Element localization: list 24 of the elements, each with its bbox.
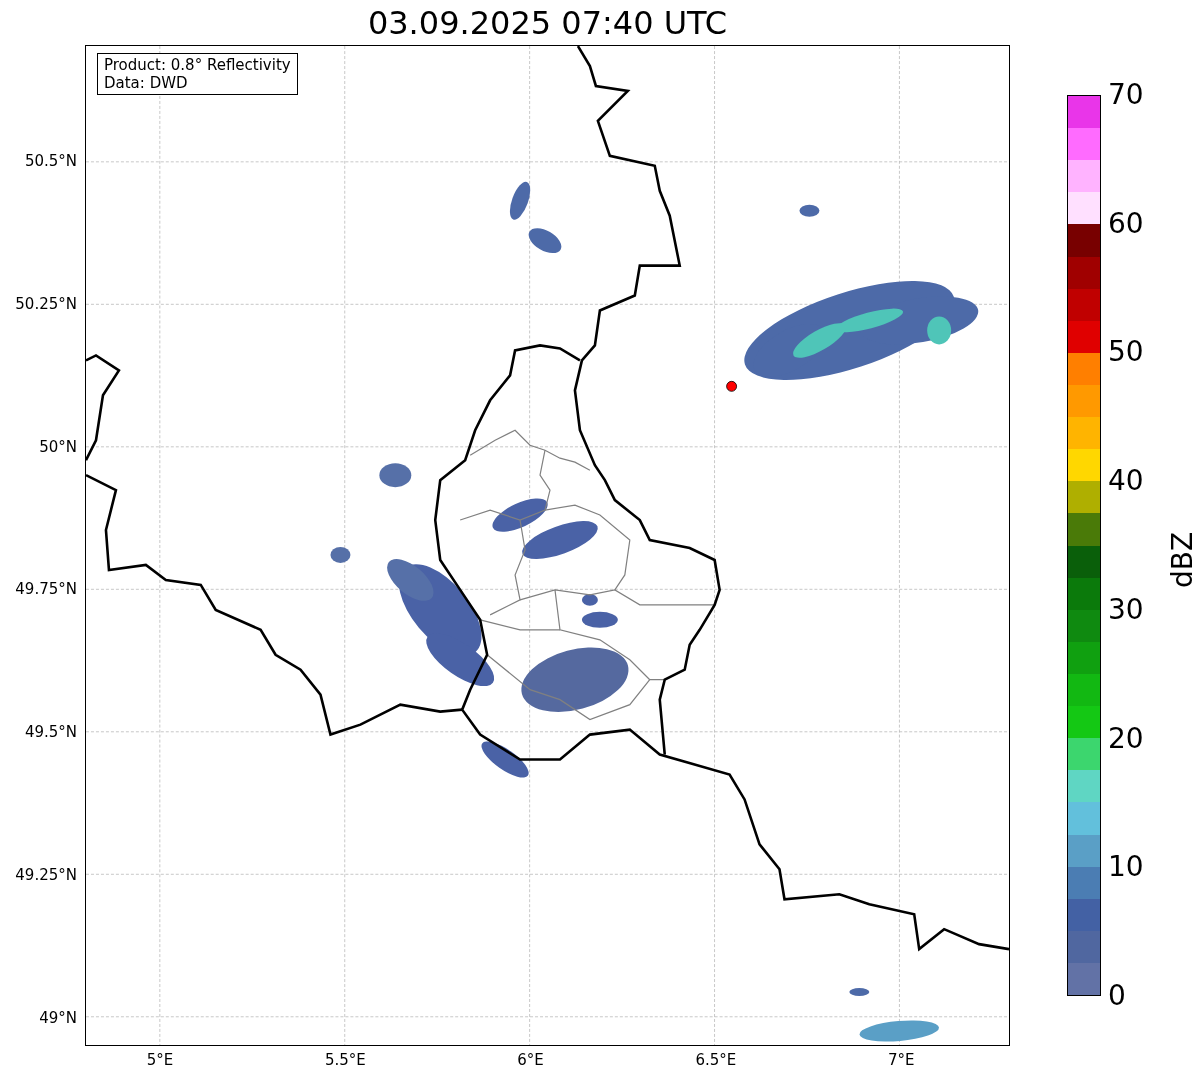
axis-tick-label: 49.5°N (24, 723, 77, 742)
axis-tick-label: 49°N (39, 1008, 77, 1027)
axis-tick-label: 6.5°E (695, 1051, 737, 1069)
axis-tick-label: 5.5°E (324, 1051, 366, 1069)
colorbar-tick-label: 10 (1108, 851, 1144, 884)
axis-tick-label: 5°E (146, 1051, 174, 1069)
axis-tick-label: 50.25°N (15, 294, 77, 313)
colorbar-tick-label: 20 (1108, 722, 1144, 755)
axis-tick-label: 50.5°N (24, 152, 77, 170)
colorbar-tick-label: 30 (1108, 593, 1144, 626)
axis-tick-label: 6°E (517, 1051, 544, 1069)
axis-tick-label: 49.25°N (15, 866, 77, 884)
colorbar-tick-label: 50 (1108, 336, 1144, 369)
axis-tick-label: 49.75°N (15, 580, 77, 599)
annotation-text: Product: 0.8° Reflectivity (104, 56, 291, 74)
chart-title: 03.09.2025 07:40 UTC (367, 4, 728, 41)
annotation-text: Data: DWD (104, 74, 189, 92)
colorbar-label: dBZ (1167, 531, 1199, 589)
colorbar-tick-label: 40 (1108, 465, 1144, 498)
axis-tick-label: 50°N (39, 437, 77, 456)
axis-tick-label: 7°E (887, 1051, 915, 1069)
colorbar-tick-label: 0 (1108, 980, 1126, 1012)
colorbar-tick-label: 60 (1108, 207, 1144, 240)
colorbar-tick-label: 70 (1108, 79, 1144, 111)
